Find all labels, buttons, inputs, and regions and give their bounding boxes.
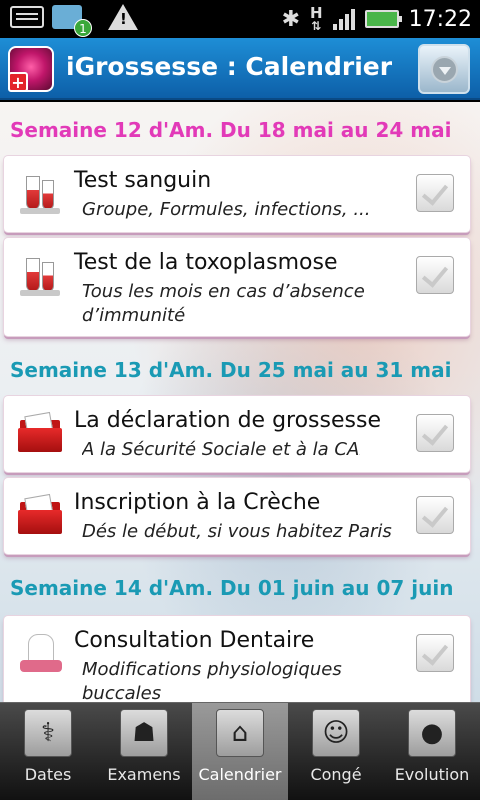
status-bar: 1 ✱ H⇅ 17:22 <box>0 0 480 38</box>
list-item[interactable]: Test de la toxoplasmose Tous les mois en… <box>4 238 470 336</box>
tooth-icon <box>18 630 64 676</box>
tab-calendrier[interactable]: ⌂ Calendrier <box>192 703 288 800</box>
app-logo-icon: + <box>8 46 54 92</box>
battery-icon <box>364 10 402 28</box>
list-item[interactable]: Test sanguin Groupe, Formules, infection… <box>4 156 470 232</box>
chevron-down-icon <box>431 56 458 83</box>
examination-icon: ☗ <box>120 709 168 757</box>
list-item[interactable]: Consultation Dentaire Modifications phys… <box>4 616 470 702</box>
week-heading: Semaine 13 d'Am. Du 25 mai au 31 mai <box>10 358 452 382</box>
folder-icon <box>18 410 64 456</box>
notification-count-badge: 1 <box>74 19 92 37</box>
tab-label: Examens <box>107 765 181 784</box>
item-subtitle: Groupe, Formules, infections, ... <box>82 199 371 220</box>
tab-label: Evolution <box>394 765 470 784</box>
week-heading: Semaine 14 d'Am. Du 01 juin au 07 juin <box>10 576 454 600</box>
item-subtitle: Modifications physiologiques buccales <box>82 659 342 702</box>
item-title: Inscription à la Crèche <box>74 490 321 515</box>
bottom-tab-bar: ⚕ Dates ☗ Examens ⌂ Calendrier ☺ Congé ●… <box>0 702 480 800</box>
keyboard-icon <box>10 6 44 28</box>
done-checkbox[interactable] <box>416 496 454 534</box>
item-title: Test sanguin <box>74 168 212 193</box>
item-title: Consultation Dentaire <box>74 628 315 653</box>
tab-label: Congé <box>310 765 362 784</box>
week-heading: Semaine 12 d'Am. Du 18 mai au 24 mai <box>10 118 452 142</box>
tab-evolution[interactable]: ● Evolution <box>384 703 480 800</box>
title-bar: + iGrossesse : Calendrier <box>0 38 480 100</box>
blood-test-icon <box>18 252 64 298</box>
calendar-list[interactable]: Semaine 12 d'Am. Du 18 mai au 24 mai Tes… <box>0 102 480 702</box>
tab-conge[interactable]: ☺ Congé <box>288 703 384 800</box>
done-checkbox[interactable] <box>416 174 454 212</box>
mother-baby-icon: ☺ <box>312 709 360 757</box>
fetus-icon: ● <box>408 709 456 757</box>
tab-examens[interactable]: ☗ Examens <box>96 703 192 800</box>
bluetooth-icon: ✱ <box>281 6 301 32</box>
item-subtitle: Tous les mois en cas d’absence d’immunit… <box>82 281 365 326</box>
folder-icon <box>18 492 64 538</box>
tab-label: Calendrier <box>198 765 282 784</box>
clock: 17:22 <box>408 6 472 32</box>
calendar-bed-icon: ⌂ <box>216 709 264 757</box>
network-type-icon: H ⇅ <box>310 3 323 33</box>
list-item[interactable]: Inscription à la Crèche Dés le début, si… <box>4 478 470 554</box>
tab-dates[interactable]: ⚕ Dates <box>0 703 96 800</box>
page-title: iGrossesse : Calendrier <box>66 52 393 81</box>
done-checkbox[interactable] <box>416 414 454 452</box>
item-title: Test de la toxoplasmose <box>74 250 338 275</box>
blood-test-icon <box>18 170 64 216</box>
menu-button[interactable] <box>418 44 470 94</box>
signal-icon <box>332 8 355 30</box>
item-subtitle: Dés le début, si vous habitez Paris <box>82 521 392 542</box>
list-item[interactable]: La déclaration de grossesse A la Sécurit… <box>4 396 470 472</box>
warning-icon <box>108 4 138 30</box>
tab-label: Dates <box>24 765 72 784</box>
chat-icon: 1 <box>52 5 92 37</box>
done-checkbox[interactable] <box>416 634 454 672</box>
item-title: La déclaration de grossesse <box>74 408 381 433</box>
done-checkbox[interactable] <box>416 256 454 294</box>
item-subtitle: A la Sécurité Sociale et à la CAF <box>82 439 360 460</box>
stethoscope-icon: ⚕ <box>24 709 72 757</box>
